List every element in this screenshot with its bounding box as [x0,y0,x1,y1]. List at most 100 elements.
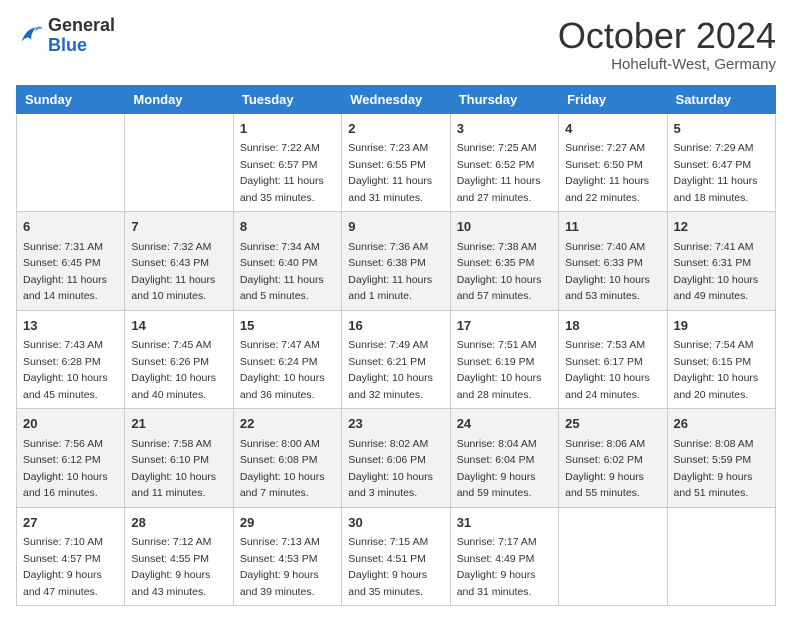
day-number: 12 [674,217,769,237]
day-number: 31 [457,513,552,533]
day-number: 28 [131,513,226,533]
calendar-cell: 30Sunrise: 7:15 AM Sunset: 4:51 PM Dayli… [342,507,450,606]
calendar-week-row: 27Sunrise: 7:10 AM Sunset: 4:57 PM Dayli… [17,507,776,606]
day-number: 25 [565,414,660,434]
day-info: Sunrise: 7:25 AM Sunset: 6:52 PM Dayligh… [457,142,541,204]
day-number: 30 [348,513,443,533]
calendar-cell: 17Sunrise: 7:51 AM Sunset: 6:19 PM Dayli… [450,310,558,409]
calendar-week-row: 20 Sunrise: 7:56 AM Sunset: 6:12 PM Dayli… [17,409,776,508]
day-info: Sunrise: 7:32 AM Sunset: 6:43 PM Dayligh… [131,241,215,303]
day-info: Sunrise: 7:12 AM Sunset: 4:55 PM Dayligh… [131,536,211,598]
day-number: 3 [457,119,552,139]
calendar-cell [17,113,125,212]
day-info: Sunrise: 7:56 AM Sunset: 6:12 PM Dayligh… [23,438,108,500]
calendar-cell: 2 Sunrise: 7:23 AM Sunset: 6:55 PM Daylig… [342,113,450,212]
day-info: Sunrise: 7:58 AM Sunset: 6:10 PM Dayligh… [131,438,216,500]
calendar-cell: 26Sunrise: 8:08 AM Sunset: 5:59 PM Dayli… [667,409,775,508]
day-number: 5 [674,119,769,139]
calendar-cell: 27Sunrise: 7:10 AM Sunset: 4:57 PM Dayli… [17,507,125,606]
day-number: 23 [348,414,443,434]
calendar-cell: 24 Sunrise: 8:04 AM Sunset: 6:04 PM Dayli… [450,409,558,508]
logo-general-text: General [48,16,115,36]
calendar-cell: 6Sunrise: 7:31 AM Sunset: 6:45 PM Daylig… [17,212,125,311]
day-number: 22 [240,414,335,434]
page-header: General Blue October 2024 Hoheluft-West,… [16,16,776,73]
day-info: Sunrise: 7:54 AM Sunset: 6:15 PM Dayligh… [674,339,759,401]
day-info: Sunrise: 7:36 AM Sunset: 6:38 PM Dayligh… [348,241,432,303]
day-number: 15 [240,316,335,336]
weekday-header-sunday: Sunday [17,85,125,113]
day-info: Sunrise: 8:02 AM Sunset: 6:06 PM Dayligh… [348,438,433,500]
day-number: 21 [131,414,226,434]
calendar-cell: 23 Sunrise: 8:02 AM Sunset: 6:06 PM Dayli… [342,409,450,508]
day-info: Sunrise: 7:40 AM Sunset: 6:33 PM Dayligh… [565,241,650,303]
weekday-header-friday: Friday [559,85,667,113]
day-number: 13 [23,316,118,336]
weekday-header-wednesday: Wednesday [342,85,450,113]
calendar-cell: 21 Sunrise: 7:58 AM Sunset: 6:10 PM Dayli… [125,409,233,508]
day-info: Sunrise: 7:45 AM Sunset: 6:26 PM Dayligh… [131,339,216,401]
calendar-cell: 31Sunrise: 7:17 AM Sunset: 4:49 PM Dayli… [450,507,558,606]
calendar-cell: 9 Sunrise: 7:36 AM Sunset: 6:38 PM Daylig… [342,212,450,311]
day-number: 20 [23,414,118,434]
logo: General Blue [16,16,115,56]
calendar-cell: 5 Sunrise: 7:29 AM Sunset: 6:47 PM Daylig… [667,113,775,212]
day-number: 19 [674,316,769,336]
calendar-cell: 28 Sunrise: 7:12 AM Sunset: 4:55 PM Dayli… [125,507,233,606]
day-number: 18 [565,316,660,336]
weekday-header-monday: Monday [125,85,233,113]
calendar-cell: 25 Sunrise: 8:06 AM Sunset: 6:02 PM Dayli… [559,409,667,508]
location-title: Hoheluft-West, Germany [558,56,776,73]
calendar-cell: 15 Sunrise: 7:47 AM Sunset: 6:24 PM Dayli… [233,310,341,409]
day-info: Sunrise: 7:13 AM Sunset: 4:53 PM Dayligh… [240,536,320,598]
calendar-cell: 1Sunrise: 7:22 AM Sunset: 6:57 PM Daylig… [233,113,341,212]
day-info: Sunrise: 7:29 AM Sunset: 6:47 PM Dayligh… [674,142,758,204]
calendar-week-row: 13 Sunrise: 7:43 AM Sunset: 6:28 PM Dayli… [17,310,776,409]
calendar-cell: 18 Sunrise: 7:53 AM Sunset: 6:17 PM Dayli… [559,310,667,409]
day-number: 4 [565,119,660,139]
day-number: 29 [240,513,335,533]
day-number: 7 [131,217,226,237]
day-number: 10 [457,217,552,237]
calendar-cell: 12Sunrise: 7:41 AM Sunset: 6:31 PM Dayli… [667,212,775,311]
calendar-cell: 29 Sunrise: 7:13 AM Sunset: 4:53 PM Dayli… [233,507,341,606]
calendar-cell: 19 Sunrise: 7:54 AM Sunset: 6:15 PM Dayli… [667,310,775,409]
day-info: Sunrise: 7:23 AM Sunset: 6:55 PM Dayligh… [348,142,432,204]
day-info: Sunrise: 8:04 AM Sunset: 6:04 PM Dayligh… [457,438,537,500]
day-number: 11 [565,217,660,237]
calendar-cell: 11 Sunrise: 7:40 AM Sunset: 6:33 PM Dayli… [559,212,667,311]
day-number: 2 [348,119,443,139]
calendar-week-row: 6Sunrise: 7:31 AM Sunset: 6:45 PM Daylig… [17,212,776,311]
weekday-header-row: SundayMondayTuesdayWednesdayThursdayFrid… [17,85,776,113]
calendar-cell: 8 Sunrise: 7:34 AM Sunset: 6:40 PM Daylig… [233,212,341,311]
day-info: Sunrise: 7:43 AM Sunset: 6:28 PM Dayligh… [23,339,108,401]
day-info: Sunrise: 8:00 AM Sunset: 6:08 PM Dayligh… [240,438,325,500]
day-info: Sunrise: 7:34 AM Sunset: 6:40 PM Dayligh… [240,241,324,303]
logo-bird-icon [16,22,44,50]
calendar-cell: 4Sunrise: 7:27 AM Sunset: 6:50 PM Daylig… [559,113,667,212]
calendar-cell: 7 Sunrise: 7:32 AM Sunset: 6:43 PM Daylig… [125,212,233,311]
day-info: Sunrise: 8:08 AM Sunset: 5:59 PM Dayligh… [674,438,754,500]
calendar-cell: 13 Sunrise: 7:43 AM Sunset: 6:28 PM Dayli… [17,310,125,409]
weekday-header-saturday: Saturday [667,85,775,113]
day-info: Sunrise: 7:47 AM Sunset: 6:24 PM Dayligh… [240,339,325,401]
day-number: 17 [457,316,552,336]
calendar-cell: 22 Sunrise: 8:00 AM Sunset: 6:08 PM Dayli… [233,409,341,508]
calendar-cell: 16 Sunrise: 7:49 AM Sunset: 6:21 PM Dayli… [342,310,450,409]
day-info: Sunrise: 7:22 AM Sunset: 6:57 PM Dayligh… [240,142,324,204]
day-info: Sunrise: 7:53 AM Sunset: 6:17 PM Dayligh… [565,339,650,401]
title-section: October 2024 Hoheluft-West, Germany [558,16,776,73]
logo-text: General Blue [48,16,115,56]
calendar-week-row: 1Sunrise: 7:22 AM Sunset: 6:57 PM Daylig… [17,113,776,212]
day-info: Sunrise: 7:49 AM Sunset: 6:21 PM Dayligh… [348,339,433,401]
day-number: 6 [23,217,118,237]
day-number: 16 [348,316,443,336]
day-info: Sunrise: 8:06 AM Sunset: 6:02 PM Dayligh… [565,438,645,500]
day-number: 27 [23,513,118,533]
calendar-cell: 20 Sunrise: 7:56 AM Sunset: 6:12 PM Dayli… [17,409,125,508]
day-number: 24 [457,414,552,434]
weekday-header-thursday: Thursday [450,85,558,113]
day-number: 8 [240,217,335,237]
day-number: 9 [348,217,443,237]
calendar-cell: 14Sunrise: 7:45 AM Sunset: 6:26 PM Dayli… [125,310,233,409]
